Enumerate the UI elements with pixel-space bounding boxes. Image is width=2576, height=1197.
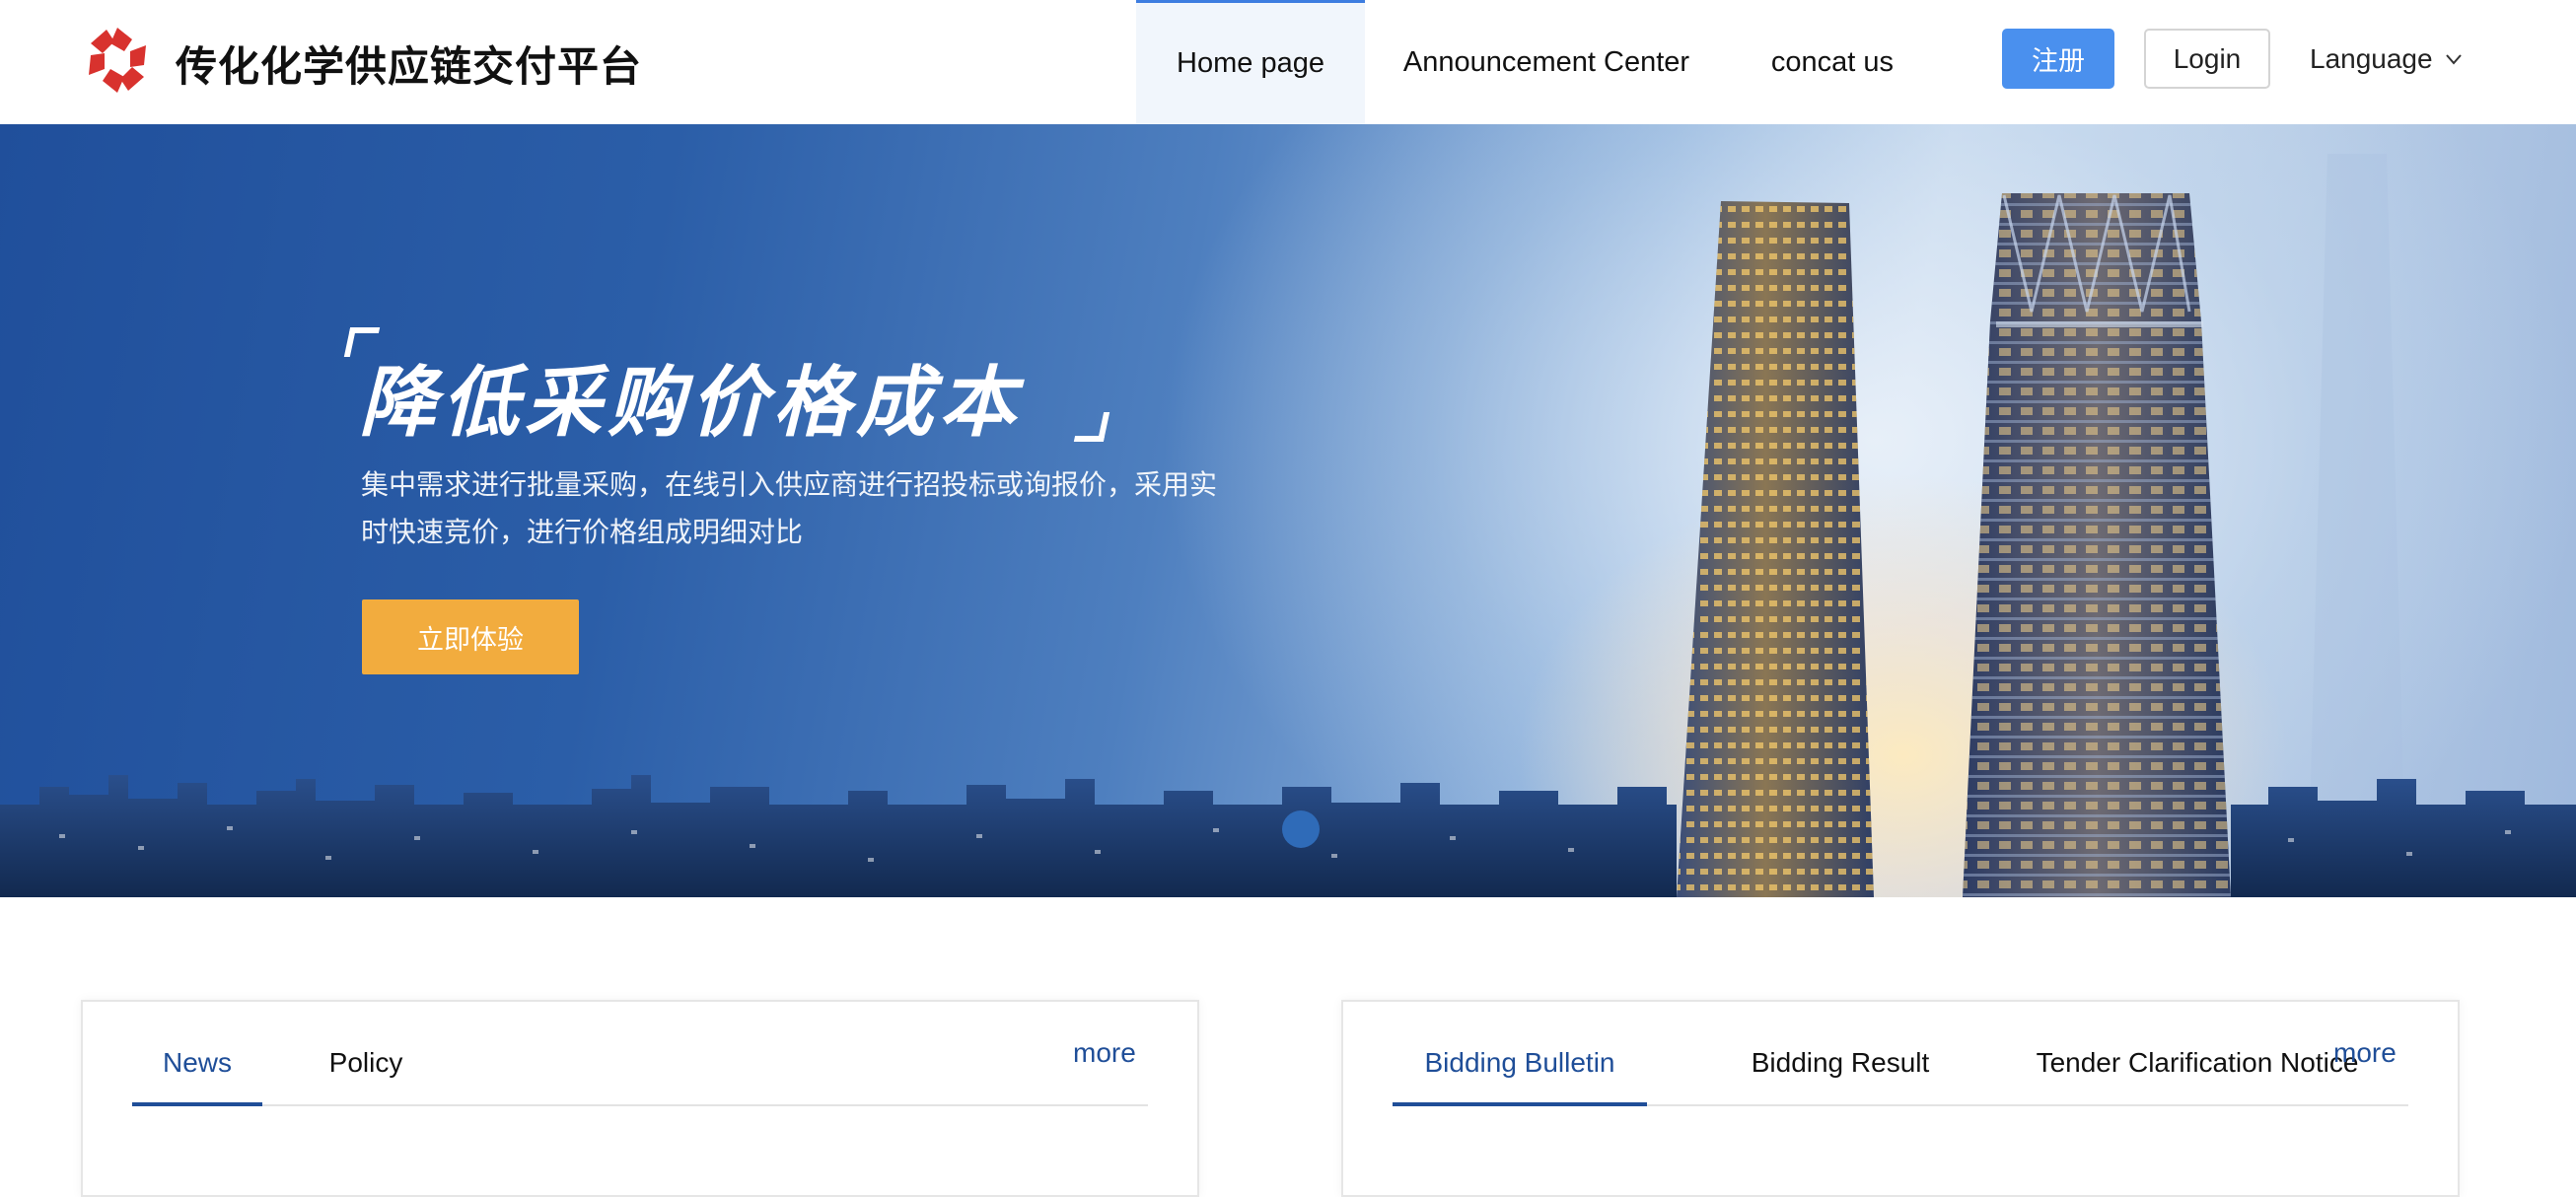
language-label: Language: [2310, 43, 2433, 74]
nav-contact-us[interactable]: concat us: [1748, 0, 1917, 124]
news-policy-tabs: News Policy: [132, 1002, 1148, 1106]
brand-title[interactable]: 传化化学供应链交付平台: [176, 34, 642, 94]
hero-banner[interactable]: 降低采购价格成本 集中需求进行批量采购，在线引入供应商进行招投标或询报价，采用实…: [0, 124, 2576, 897]
login-button[interactable]: Login: [2144, 29, 2270, 89]
news-policy-panel: News Policy more: [81, 1000, 1199, 1197]
tab-bidding-bulletin[interactable]: Bidding Bulletin: [1393, 1047, 1647, 1106]
brand-logo-icon[interactable]: [81, 24, 154, 97]
hero-description: 集中需求进行批量采购，在线引入供应商进行招投标或询报价，采用实时快速竞价，进行价…: [361, 468, 1218, 548]
try-now-button[interactable]: 立即体验: [362, 599, 579, 674]
chevron-down-icon: [2445, 54, 2462, 65]
tab-news[interactable]: News: [132, 1047, 262, 1106]
bidding-panel: Bidding Bulletin Bidding Result Tender C…: [1341, 1000, 2460, 1197]
tab-policy[interactable]: Policy: [302, 1047, 430, 1106]
nav-announcement-center[interactable]: Announcement Center: [1385, 0, 1708, 124]
bidding-tabs: Bidding Bulletin Bidding Result Tender C…: [1393, 1002, 2408, 1106]
language-selector[interactable]: Language: [2310, 39, 2465, 79]
headline-corner-bottom-right: [1073, 412, 1110, 442]
nav-home-page[interactable]: Home page: [1136, 0, 1365, 124]
tab-tender-clarification-notice[interactable]: Tender Clarification Notice: [2020, 1047, 2375, 1106]
carousel-indicator-dot[interactable]: [1282, 810, 1320, 848]
register-button[interactable]: 注册: [2002, 29, 2114, 89]
top-header: 传化化学供应链交付平台 Home page Announcement Cente…: [0, 0, 2576, 124]
news-more-link[interactable]: more: [1073, 1037, 1136, 1069]
hero-headline: 降低采购价格成本: [359, 359, 1023, 448]
bidding-more-link[interactable]: more: [2333, 1037, 2397, 1069]
tab-bidding-result[interactable]: Bidding Result: [1732, 1047, 1949, 1106]
